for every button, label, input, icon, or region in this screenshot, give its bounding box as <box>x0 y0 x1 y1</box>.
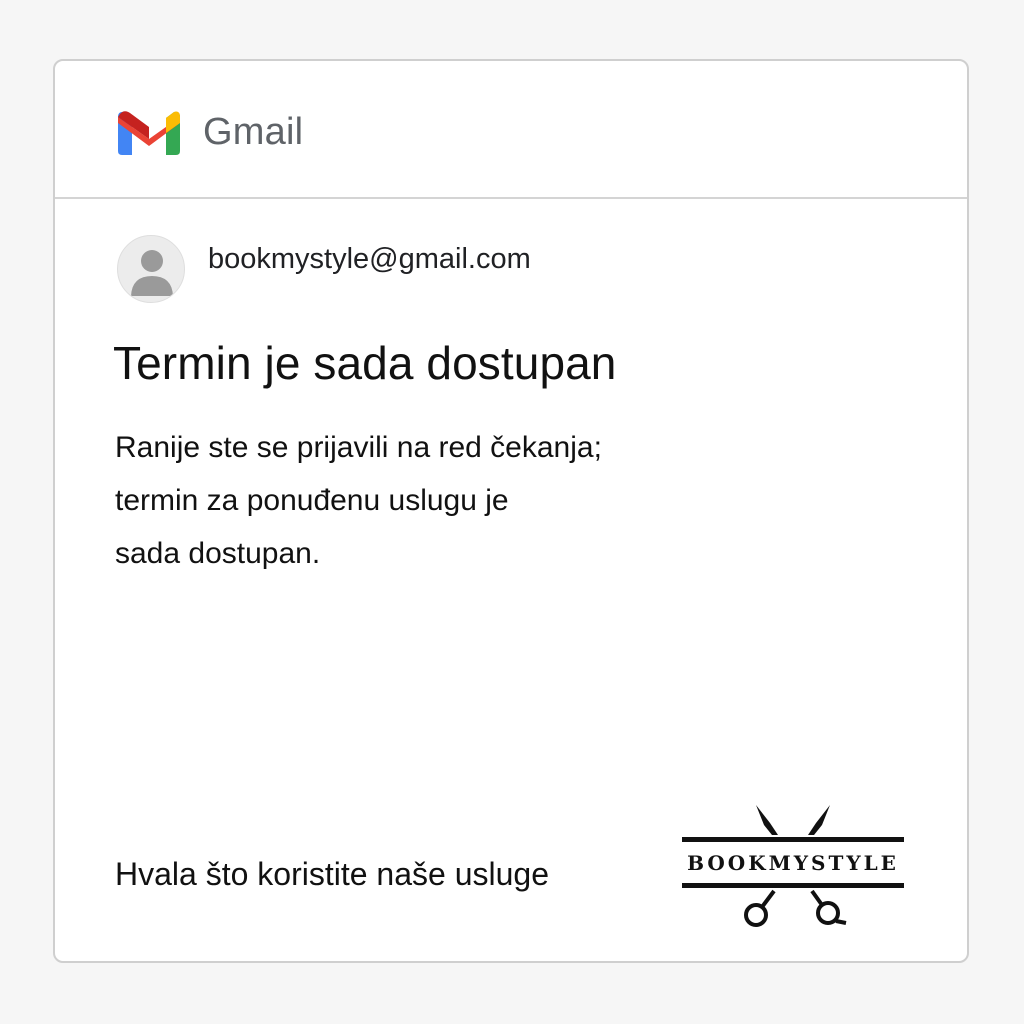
brand-name: BOOKMYSTYLE <box>687 851 899 875</box>
sender-email: bookmystyle@gmail.com <box>208 243 531 275</box>
email-body-line: termin za ponuđenu uslugu je <box>115 484 509 517</box>
email-body: Ranije ste se prijavili na red čekanja; … <box>115 421 715 580</box>
default-avatar-icon <box>131 250 173 296</box>
email-card: Gmail bookmystyle@gmail.com Termin je sa… <box>53 59 969 963</box>
bookmystyle-logo: BOOKMYSTYLE <box>680 801 906 929</box>
sender-avatar[interactable] <box>117 235 185 303</box>
email-body-line: Ranije ste se prijavili na red čekanja; <box>115 431 602 464</box>
email-subject: Termin je sada dostupan <box>113 337 617 389</box>
gmail-wordmark: Gmail <box>203 111 304 153</box>
gmail-m-icon[interactable] <box>118 109 180 155</box>
email-body-line: sada dostupan. <box>115 537 321 570</box>
gmail-header: Gmail <box>55 61 967 199</box>
email-footer: Hvala što koristite naše usluge <box>115 856 549 892</box>
